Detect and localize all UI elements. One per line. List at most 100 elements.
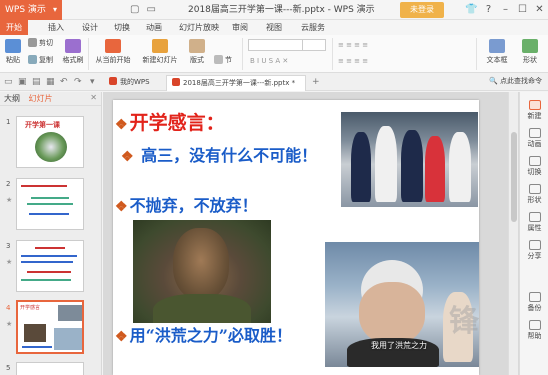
thumb-text-line (31, 197, 69, 199)
from-current-label: 从当前开始 (95, 56, 131, 64)
thumb-title: 开学感言 (20, 305, 41, 311)
task-backup[interactable]: 备份 (520, 292, 548, 313)
photo-caption: 我用了洪荒之力 (371, 341, 427, 350)
help-icon[interactable]: ? (480, 0, 497, 20)
slide-thumbnail[interactable]: 开学第一课 (16, 116, 84, 168)
more-icon[interactable]: ▾ (90, 76, 95, 88)
tab-cloud[interactable]: 云服务 (296, 20, 330, 35)
slide-thumbnail[interactable] (16, 362, 84, 375)
task-new[interactable]: 新建 (520, 100, 548, 121)
textbox-button[interactable]: 文本框 (482, 39, 512, 65)
slide-line-4[interactable]: ❖ 用“洪荒之力”必取胜！ (115, 322, 292, 346)
task-label: 属性 (527, 224, 542, 232)
skin-icon[interactable]: 👕 (463, 0, 480, 20)
textbox-icon (489, 39, 505, 53)
redo-icon[interactable]: ↷ (74, 76, 82, 88)
paragraph-buttons[interactable]: ≡ ≡ ≡ ≡ (338, 41, 368, 49)
player-figure (401, 130, 423, 202)
from-current-button[interactable]: 从当前开始 (94, 39, 132, 65)
preview-icon[interactable]: ▦ (46, 76, 55, 88)
window-title: 2018届高三开学第一课---新.pptx - WPS 演示 (188, 5, 375, 15)
slide-heading[interactable]: ❖ 开学感言： (115, 108, 225, 135)
vertical-scrollbar[interactable] (508, 92, 518, 375)
task-label: 备份 (527, 304, 542, 312)
layout-button[interactable]: 版式 (186, 39, 208, 65)
volleyball-team-photo[interactable] (341, 112, 478, 207)
task-label: 切换 (527, 168, 542, 176)
slide-thumbnail[interactable] (16, 178, 84, 230)
tab-insert[interactable]: 插入 (44, 20, 68, 35)
folder-icon[interactable]: ▭ (146, 3, 155, 17)
scrollbar-thumb[interactable] (511, 132, 517, 222)
doc-tab-active[interactable]: 2018届高三开学第一课---新.pptx * (166, 75, 306, 91)
slide-line-3[interactable]: ❖ 不抛弃，不放弃！ (115, 192, 258, 216)
thumb-photo (54, 328, 82, 350)
close-icon[interactable]: ✕ (531, 0, 548, 20)
cut-button[interactable]: 剪切 (28, 38, 53, 48)
copy-button[interactable]: 复制 (28, 55, 53, 65)
maximize-icon[interactable]: ☐ (514, 0, 531, 20)
thumb-text-line (27, 271, 71, 273)
new-slide-icon (152, 39, 168, 53)
new-slide-button[interactable]: 新建幻灯片 (140, 39, 180, 65)
app-menu-button[interactable]: WPS 演示 ▾ (0, 0, 62, 20)
pptx-icon (172, 78, 180, 86)
font-style-buttons[interactable]: B I U S A ✕ (250, 57, 288, 65)
slide-line-2[interactable]: ❖ 高三，没有什么不可能！ (121, 142, 317, 166)
doc-tab-home[interactable]: 我的WPS (104, 75, 164, 91)
paste-button[interactable]: 粘贴 (4, 39, 22, 65)
new-tab-button[interactable]: + (312, 76, 320, 88)
player-figure (351, 132, 371, 202)
undo-icon[interactable]: ↶ (60, 76, 68, 88)
tab-design[interactable]: 设计 (78, 20, 102, 35)
tab-review[interactable]: 审阅 (228, 20, 252, 35)
format-painter-button[interactable]: 格式刷 (62, 39, 84, 65)
save-icon[interactable]: ▣ (18, 76, 27, 88)
soldier-photo[interactable] (133, 220, 271, 323)
shape-button[interactable]: 形状 (516, 39, 544, 65)
task-transition[interactable]: 切换 (520, 156, 548, 177)
section-label: 节 (225, 56, 232, 64)
print-icon[interactable]: ▤ (32, 76, 41, 88)
open-icon[interactable]: ▭ (4, 76, 13, 88)
align-buttons[interactable]: ≡ ≡ ≡ ≡ (338, 57, 368, 65)
tab-animation[interactable]: 动画 (142, 20, 166, 35)
task-help[interactable]: 帮助 (520, 320, 548, 341)
thumb-text-line (21, 279, 71, 281)
section-button[interactable]: 节 (214, 55, 232, 65)
tab-view[interactable]: 视图 (262, 20, 286, 35)
copy-label: 复制 (39, 56, 53, 64)
slide[interactable]: ❖ 开学感言： ❖ 高三，没有什么不可能！ ❖ 不抛弃，不放弃！ ❖ 用“洪荒之力”必… (113, 100, 479, 375)
thumb-text-line (27, 203, 73, 205)
font-size-field[interactable] (302, 39, 326, 51)
minimize-icon[interactable]: – (497, 0, 514, 20)
tab-outline[interactable]: 大纲 (4, 94, 20, 103)
slide-canvas: ❖ 开学感言： ❖ 高三，没有什么不可能！ ❖ 不抛弃，不放弃！ ❖ 用“洪荒之力”必… (103, 92, 519, 375)
command-search-button[interactable]: 🔍 点此查找命令 (489, 76, 542, 86)
tab-slideshow[interactable]: 幻灯片放映 (176, 20, 222, 35)
slide-thumbnail-selected[interactable]: 开学感言 (16, 300, 84, 354)
panel-close-icon[interactable]: ✕ (90, 93, 97, 102)
cut-label: 剪切 (39, 39, 53, 47)
task-shape[interactable]: 形状 (520, 184, 548, 205)
slide-thumbnail[interactable] (16, 240, 84, 292)
search-icon: 🔍 (489, 77, 498, 85)
divider (332, 38, 333, 70)
task-properties[interactable]: 属性 (520, 212, 548, 233)
tab-home[interactable]: 开始 (0, 20, 28, 35)
bullet-icon: ❖ (115, 329, 128, 345)
thumb-text-line (35, 247, 65, 249)
slides-panel: 大纲 幻灯片 ✕ 1 开学第一课 2 ★ 3 ★ 4 ★ 开学感言 5 (0, 92, 102, 375)
tab-slides[interactable]: 幻灯片 (29, 94, 53, 103)
task-animation[interactable]: 动画 (520, 128, 548, 149)
thumb-text-line (21, 185, 67, 187)
login-button[interactable]: 未登录 (400, 2, 444, 18)
textbox-label: 文本框 (486, 56, 508, 64)
file-icon[interactable]: ▢ (130, 3, 139, 17)
panel-tabs: 大纲 幻灯片 (0, 92, 101, 106)
tab-transition[interactable]: 切换 (110, 20, 134, 35)
face-figure (173, 228, 229, 300)
task-share[interactable]: 分享 (520, 240, 548, 261)
task-label: 帮助 (527, 332, 542, 340)
line-4-text: 用“洪荒之力”必取胜！ (129, 326, 292, 345)
